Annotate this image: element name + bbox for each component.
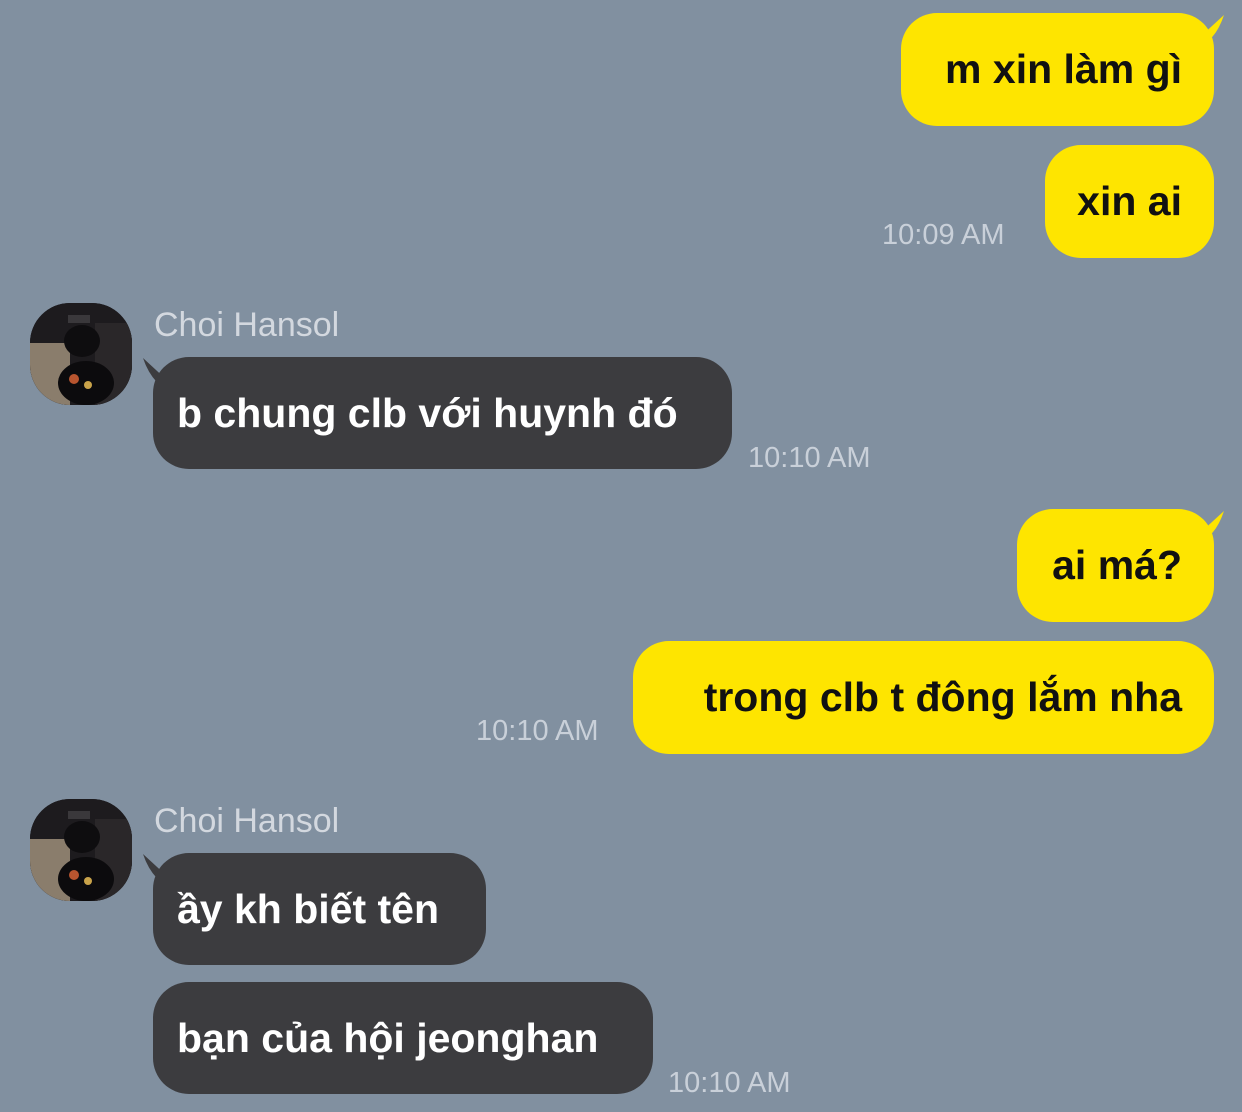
message-bubble-outgoing[interactable]: ai má? (1017, 509, 1214, 622)
sender-name: Choi Hansol (154, 306, 340, 344)
message-timestamp: 10:10 AM (668, 1067, 791, 1099)
message-text: m xin làm gì (945, 46, 1182, 92)
message-text: xin ai (1077, 178, 1182, 224)
message-timestamp: 10:10 AM (476, 715, 599, 747)
message-timestamp: 10:09 AM (882, 219, 1005, 251)
message-bubble-incoming[interactable]: bạn của hội jeonghan (153, 982, 653, 1094)
profile-photo-icon (30, 799, 132, 901)
message-text: b chung clb với huynh đó (177, 389, 678, 436)
message-bubble-outgoing[interactable]: trong clb t đông lắm nha (633, 641, 1214, 754)
message-text: bạn của hội jeonghan (177, 1014, 599, 1061)
message-bubble-outgoing[interactable]: m xin làm gì (901, 13, 1214, 126)
bubble-tail-outgoing (1200, 511, 1224, 533)
sender-name: Choi Hansol (154, 802, 340, 840)
sender-avatar[interactable] (30, 799, 132, 901)
chat-thread: m xin làm gì xin ai 10:09 AM Choi Hansol… (0, 0, 1242, 1112)
message-bubble-incoming[interactable]: b chung clb với huynh đó (153, 357, 732, 469)
message-bubble-outgoing[interactable]: xin ai (1045, 145, 1214, 258)
message-bubble-incoming[interactable]: ầy kh biết tên (153, 853, 486, 965)
message-text: ầy kh biết tên (177, 885, 440, 932)
message-timestamp: 10:10 AM (748, 442, 871, 474)
bubble-tail-outgoing (1200, 15, 1224, 37)
sender-avatar[interactable] (30, 303, 132, 405)
message-text: trong clb t đông lắm nha (703, 674, 1182, 720)
profile-photo-icon (30, 303, 132, 405)
message-text: ai má? (1052, 542, 1182, 588)
